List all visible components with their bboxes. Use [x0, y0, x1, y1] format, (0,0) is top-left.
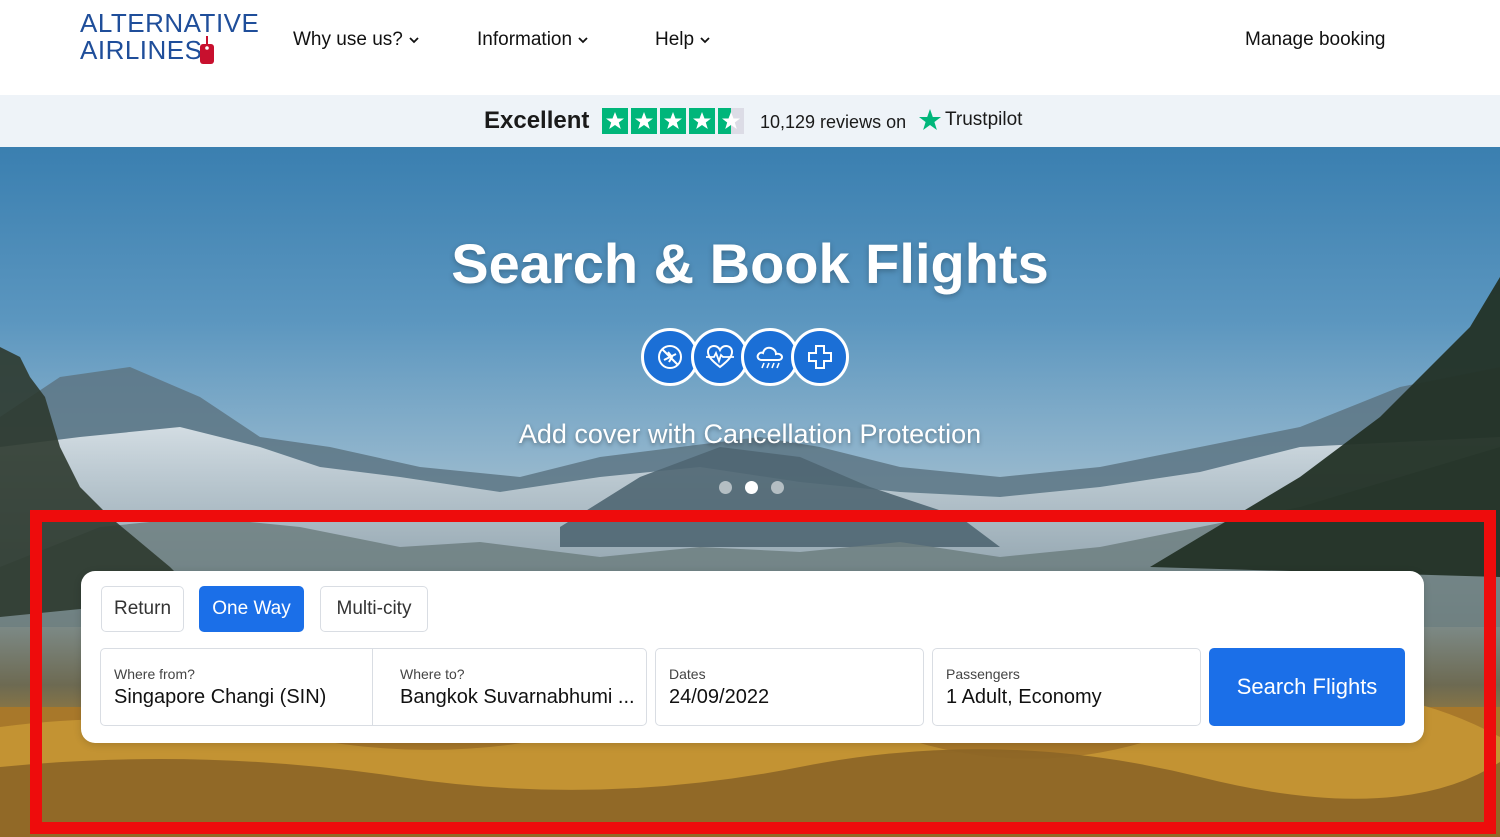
chevron-down-icon — [409, 37, 419, 44]
nav-information[interactable]: Information — [477, 29, 588, 51]
nav-help[interactable]: Help — [655, 29, 710, 51]
chevron-down-icon — [700, 37, 710, 44]
carousel-dot-1[interactable] — [719, 481, 732, 494]
passengers-label: Passengers — [946, 666, 1020, 682]
luggage-tag-icon — [200, 36, 214, 64]
manage-booking-link[interactable]: Manage booking — [1245, 29, 1386, 51]
dates-value: 24/09/2022 — [669, 686, 770, 708]
site-header: ALTERNATIVE AIRLINES Why use us? Informa… — [0, 0, 1500, 95]
carousel-dot-3[interactable] — [771, 481, 784, 494]
logo-line-2: AIRLINES — [80, 35, 203, 65]
dates-label: Dates — [669, 666, 706, 682]
flight-search-form: Return One Way Multi-city Where from? Si… — [81, 571, 1424, 743]
trustpilot-review-count: 10,129 reviews on — [760, 112, 907, 132]
where-to-field[interactable]: Where to? Bangkok Suvarnabhumi ... — [372, 648, 647, 726]
carousel-dot-2[interactable] — [745, 481, 758, 494]
nav-why-use-us-label: Why use us? — [293, 29, 403, 50]
where-to-label: Where to? — [400, 666, 465, 682]
where-from-field[interactable]: Where from? Singapore Changi (SIN) — [100, 648, 373, 726]
trustpilot-bar[interactable]: Excellent 10,129 reviews on Trustpilot — [0, 95, 1500, 147]
nav-why-use-us[interactable]: Why use us? — [293, 29, 419, 51]
cover-icons — [641, 328, 851, 390]
hero-title: Search & Book Flights — [451, 232, 1049, 295]
passengers-field[interactable]: Passengers 1 Adult, Economy — [932, 648, 1201, 726]
dates-field[interactable]: Dates 24/09/2022 — [655, 648, 924, 726]
star-icon — [631, 108, 657, 134]
star-icon — [689, 108, 715, 134]
where-from-label: Where from? — [114, 666, 195, 682]
carousel-dots — [719, 481, 784, 494]
search-flights-button[interactable]: Search Flights — [1209, 648, 1405, 726]
trustpilot-brand: Trustpilot — [945, 109, 1023, 130]
tab-multi-city[interactable]: Multi-city — [320, 586, 428, 632]
passengers-value: 1 Adult, Economy — [946, 686, 1102, 708]
chevron-down-icon — [578, 37, 588, 44]
trustpilot-rating-text: Excellent — [484, 107, 590, 134]
where-from-value: Singapore Changi (SIN) — [114, 686, 327, 708]
star-icon — [660, 108, 686, 134]
tab-one-way[interactable]: One Way — [199, 586, 304, 632]
alternative-airlines-logo[interactable]: ALTERNATIVE AIRLINES — [80, 8, 260, 70]
trustpilot-logo: Trustpilot — [918, 108, 1022, 132]
nav-information-label: Information — [477, 29, 573, 50]
tab-return[interactable]: Return — [101, 586, 184, 632]
trustpilot-star-icon — [919, 109, 941, 130]
half-star-icon — [718, 108, 744, 134]
star-icon — [602, 108, 628, 134]
where-to-value: Bangkok Suvarnabhumi ... — [400, 686, 635, 708]
logo-line-1: ALTERNATIVE — [80, 8, 260, 38]
nav-help-label: Help — [655, 29, 695, 50]
hero-subtitle: Add cover with Cancellation Protection — [518, 419, 982, 449]
medical-cross-icon — [791, 328, 849, 386]
